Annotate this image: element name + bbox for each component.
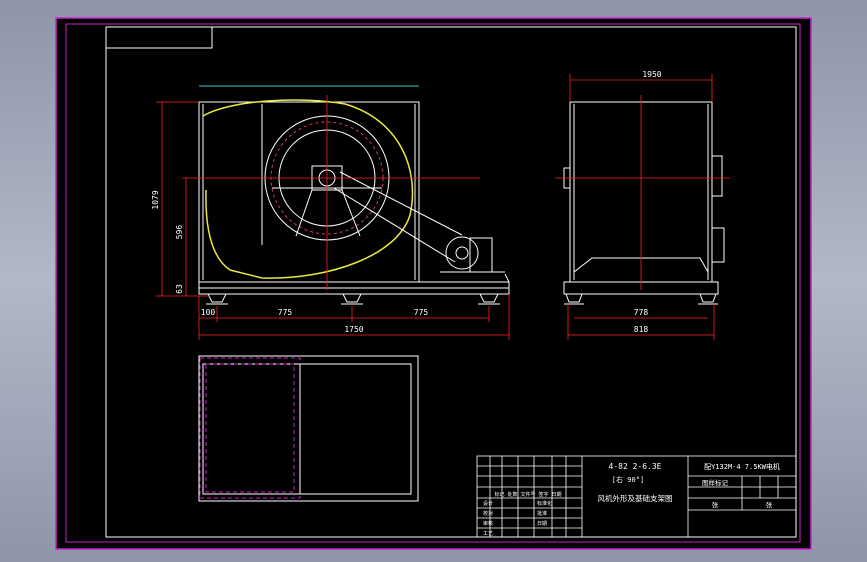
dim-596-label: 596 bbox=[175, 225, 184, 240]
tb-subtitle: [右 90°] bbox=[612, 475, 644, 484]
tb-label-row: 标记 处数 文件号 签字 日期 bbox=[494, 491, 561, 498]
tb-meta-3: 张 bbox=[766, 500, 773, 509]
dim-818-label: 818 bbox=[634, 325, 649, 334]
sheet-background bbox=[56, 18, 811, 549]
dim-1750-label: 1750 bbox=[344, 325, 363, 334]
tb-row-date: 日期 bbox=[537, 521, 547, 527]
tb-model: 4-82 2-6.3E bbox=[609, 462, 662, 471]
tb-row-approve: 批准 bbox=[537, 510, 547, 517]
dim-775-right-label: 775 bbox=[414, 308, 429, 317]
dim-1079-label: 1079 bbox=[151, 190, 160, 209]
tb-row-process: 工艺 bbox=[483, 531, 493, 537]
dim-100-label: 100 bbox=[201, 308, 216, 317]
dim-1950-label: 1950 bbox=[642, 70, 661, 79]
dim-778-label: 778 bbox=[634, 308, 649, 317]
tb-row-design: 设计 bbox=[483, 500, 493, 507]
tb-meta-1: 图样标记 bbox=[702, 478, 729, 487]
tb-row-check: 校对 bbox=[483, 510, 493, 517]
tb-meta-2: 张 bbox=[712, 500, 719, 509]
dim-63-label: 63 bbox=[175, 284, 184, 294]
cad-drawing: 1079 596 63 100 775 775 1750 1950 778 81… bbox=[55, 17, 812, 550]
tb-motor: 配Y132M-4 7.5KW电机 bbox=[704, 462, 780, 471]
dim-775-left-label: 775 bbox=[278, 308, 293, 317]
tb-drawing-name: 风机外形及基础支架图 bbox=[598, 493, 673, 503]
tb-row-audit: 审核 bbox=[483, 520, 493, 527]
tb-row-std: 标准化 bbox=[537, 500, 552, 507]
